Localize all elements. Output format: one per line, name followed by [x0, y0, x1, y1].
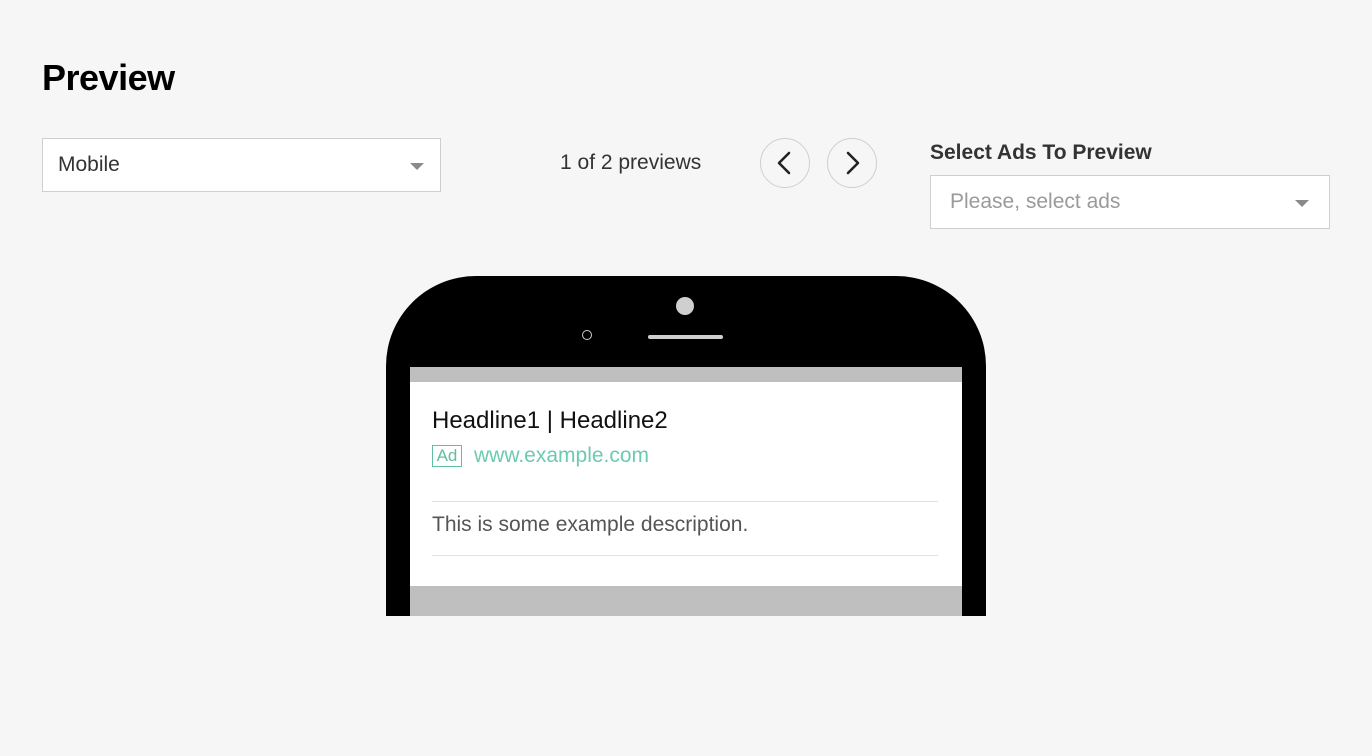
device-select[interactable]: Mobile [42, 138, 441, 192]
next-preview-button[interactable] [827, 138, 877, 188]
caret-down-icon [410, 163, 424, 170]
chevron-right-icon [846, 151, 860, 175]
page-title: Preview [42, 57, 175, 98]
preview-counter: 1 of 2 previews [560, 151, 702, 174]
ad-badge: Ad [432, 445, 462, 467]
ad-url[interactable]: www.example.com [474, 442, 649, 470]
select-ads-label: Select Ads To Preview [930, 141, 1152, 164]
chevron-left-icon [777, 151, 791, 175]
previous-preview-button[interactable] [760, 138, 810, 188]
phone-camera [676, 297, 694, 315]
divider [432, 501, 938, 502]
ad-headline[interactable]: Headline1 | Headline2 [432, 406, 668, 436]
ad-description: This is some example description. [432, 513, 749, 536]
phone-screen: Headline1 | Headline2 Ad www.example.com… [410, 367, 962, 616]
phone-frame: Headline1 | Headline2 Ad www.example.com… [386, 276, 986, 616]
phone-speaker [648, 335, 723, 339]
ads-select-placeholder: Please, select ads [950, 190, 1121, 213]
caret-down-icon [1295, 200, 1309, 207]
ads-select[interactable]: Please, select ads [930, 175, 1330, 229]
phone-sensor [582, 330, 592, 340]
device-select-value: Mobile [58, 153, 120, 176]
divider [432, 555, 938, 556]
ad-preview-card: Headline1 | Headline2 Ad www.example.com… [410, 382, 962, 586]
